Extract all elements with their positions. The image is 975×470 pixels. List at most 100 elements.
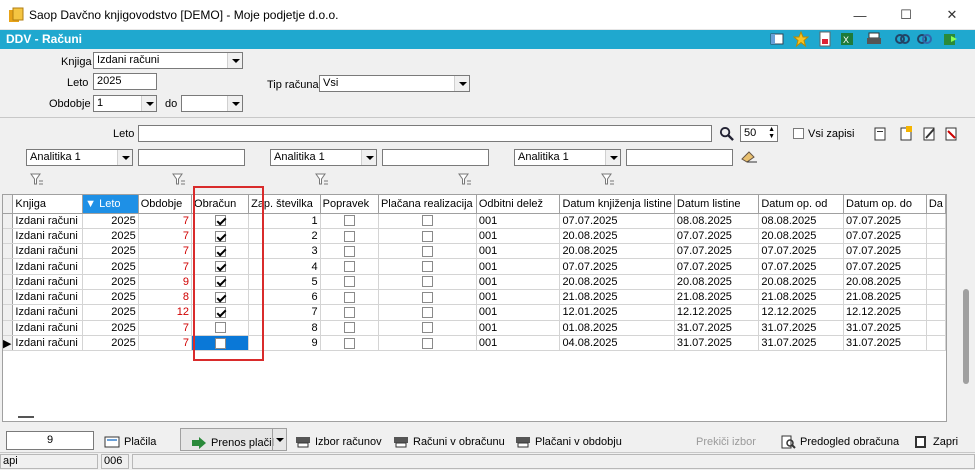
layout-icon[interactable] xyxy=(769,31,785,47)
cell-leto[interactable]: 2025 xyxy=(82,258,139,275)
cell-da[interactable] xyxy=(926,258,946,275)
cell-knjiga[interactable]: Izdani računi xyxy=(12,304,84,321)
checkbox[interactable] xyxy=(421,322,433,334)
record-count-stepper[interactable]: 50 ▲ ▼ xyxy=(740,125,778,142)
cell-obdobje[interactable]: 9 xyxy=(138,274,193,290)
cell-datum-op-od[interactable]: 08.08.2025 xyxy=(758,213,844,229)
cell-placana-realizacija[interactable] xyxy=(378,213,477,229)
cell-leto[interactable]: 2025 xyxy=(82,304,139,321)
search-icon[interactable] xyxy=(719,126,734,141)
cell-datum-op-od[interactable]: 31.07.2025 xyxy=(758,320,844,336)
table-row[interactable]: Izdani računi 2025 8 6 001 21.08.2025 21.08.20… xyxy=(3,289,946,306)
cell-da[interactable] xyxy=(926,289,946,306)
column-header-datum-knjizenja[interactable]: Datum knjiženja listine xyxy=(559,195,675,214)
cell-popravek[interactable] xyxy=(320,335,379,352)
analitika-2-select[interactable]: Analitika 1 xyxy=(270,149,377,166)
cell-knjiga[interactable]: Izdani računi xyxy=(12,258,84,275)
cell-leto[interactable]: 2025 xyxy=(82,289,139,306)
search-input[interactable] xyxy=(138,125,712,142)
cell-leto[interactable]: 2025 xyxy=(82,228,139,245)
cell-datum-knjizenja[interactable]: 12.01.2025 xyxy=(559,304,675,321)
cell-datum-op-do[interactable]: 07.07.2025 xyxy=(843,243,927,260)
filter-icon[interactable] xyxy=(30,173,44,186)
table-row[interactable]: ▶ Izdani računi 2025 7 9 001 04.08.2025 31.07.2… xyxy=(3,335,946,352)
table-row[interactable]: Izdani računi 2025 9 5 001 20.08.2025 20.08.20… xyxy=(3,274,946,290)
cell-odbitni-delez[interactable]: 001 xyxy=(476,258,561,275)
exit-book-icon[interactable] xyxy=(942,31,958,47)
cell-placana-realizacija[interactable] xyxy=(378,228,477,245)
cell-datum-listine[interactable]: 12.12.2025 xyxy=(674,304,760,321)
eraser-icon[interactable] xyxy=(740,151,758,163)
cell-leto[interactable]: 2025 xyxy=(82,213,139,229)
cell-knjiga[interactable]: Izdani računi xyxy=(12,335,84,352)
cell-datum-listine[interactable]: 20.08.2025 xyxy=(674,274,760,290)
row-indicator[interactable]: ▶ xyxy=(3,335,14,352)
cell-datum-op-od[interactable]: 07.07.2025 xyxy=(758,258,844,275)
print-icon[interactable] xyxy=(866,31,882,47)
chevron-down-icon[interactable] xyxy=(141,96,156,111)
new-document-icon[interactable] xyxy=(873,126,887,141)
cell-datum-op-do[interactable]: 31.07.2025 xyxy=(843,320,927,336)
cell-odbitni-delez[interactable]: 001 xyxy=(476,274,561,290)
cell-datum-knjizenja[interactable]: 04.08.2025 xyxy=(559,335,675,352)
row-indicator[interactable] xyxy=(3,213,14,229)
cell-datum-listine[interactable]: 07.07.2025 xyxy=(674,228,760,245)
cell-odbitni-delez[interactable]: 001 xyxy=(476,335,561,352)
obdobje-to-select[interactable] xyxy=(181,95,243,112)
prenos-placil-button[interactable]: Prenos plačil xyxy=(180,428,287,451)
filter-icon[interactable] xyxy=(172,173,186,186)
invoices-grid[interactable]: Knjiga ▼ Leto Obdobje Obračun Zap. števi… xyxy=(2,194,947,422)
cell-obdobje[interactable]: 7 xyxy=(138,320,193,336)
cell-datum-knjizenja[interactable]: 07.07.2025 xyxy=(559,258,675,275)
pdf-export-icon[interactable] xyxy=(817,31,833,47)
table-row[interactable]: Izdani računi 2025 7 3 001 20.08.2025 07.07.20… xyxy=(3,243,946,260)
checkbox[interactable] xyxy=(343,261,355,273)
cell-obdobje[interactable]: 12 xyxy=(138,304,193,321)
cell-da[interactable] xyxy=(926,335,946,352)
chevron-down-icon[interactable] xyxy=(227,53,242,68)
edit-document-icon[interactable] xyxy=(922,126,936,141)
checkbox[interactable] xyxy=(421,230,433,242)
cell-datum-listine[interactable]: 08.08.2025 xyxy=(674,213,760,229)
cell-knjiga[interactable]: Izdani računi xyxy=(12,289,84,306)
cell-datum-op-do[interactable]: 07.07.2025 xyxy=(843,258,927,275)
cell-datum-op-od[interactable]: 20.08.2025 xyxy=(758,274,844,290)
column-header-odbitni-delez[interactable]: Odbitni delež xyxy=(476,195,561,214)
cell-da[interactable] xyxy=(926,243,946,260)
cell-placana-realizacija[interactable] xyxy=(378,258,477,275)
stepper-arrows-icon[interactable]: ▲ ▼ xyxy=(768,126,775,140)
column-header-popravek[interactable]: Popravek xyxy=(320,195,379,214)
table-row[interactable]: Izdani računi 2025 7 1 001 07.07.2025 08.08.20… xyxy=(3,213,946,229)
checkbox[interactable] xyxy=(421,307,433,319)
analitika-3-select[interactable]: Analitika 1 xyxy=(514,149,621,166)
cell-odbitni-delez[interactable]: 001 xyxy=(476,243,561,260)
cell-datum-knjizenja[interactable]: 21.08.2025 xyxy=(559,289,675,306)
cell-knjiga[interactable]: Izdani računi xyxy=(12,320,84,336)
racuni-v-obracunu-button[interactable]: Računi v obračunu xyxy=(393,431,505,452)
column-header-placana-realizacija[interactable]: Plačana realizacija xyxy=(378,195,477,214)
analitika-2-input[interactable] xyxy=(382,149,489,166)
checkbox[interactable] xyxy=(421,337,433,349)
cell-datum-listine[interactable]: 21.08.2025 xyxy=(674,289,760,306)
cell-datum-op-do[interactable]: 21.08.2025 xyxy=(843,289,927,306)
cell-placana-realizacija[interactable] xyxy=(378,243,477,260)
chevron-down-icon[interactable] xyxy=(454,76,469,91)
cell-knjiga[interactable]: Izdani računi xyxy=(12,228,84,245)
prenos-placil-dropdown[interactable] xyxy=(272,429,286,450)
checkbox[interactable] xyxy=(343,291,355,303)
cell-datum-listine[interactable]: 31.07.2025 xyxy=(674,335,760,352)
maximize-button[interactable]: ☐ xyxy=(883,0,929,30)
placani-v-obdobju-button[interactable]: Plačani v obdobju xyxy=(515,431,622,452)
cell-popravek[interactable] xyxy=(320,213,379,229)
column-header-datum-listine[interactable]: Datum listine xyxy=(674,195,760,214)
minimize-button[interactable]: — xyxy=(837,0,883,30)
favorite-star-icon[interactable] xyxy=(793,31,809,47)
knjiga-select[interactable]: Izdani računi xyxy=(93,52,243,69)
checkbox[interactable] xyxy=(421,276,433,288)
cell-leto[interactable]: 2025 xyxy=(82,243,139,260)
cell-obdobje[interactable]: 7 xyxy=(138,335,193,352)
placila-button[interactable]: Plačila xyxy=(104,431,156,452)
cell-datum-op-do[interactable]: 31.07.2025 xyxy=(843,335,927,352)
table-row[interactable]: Izdani računi 2025 12 7 001 12.01.2025 12.12.2… xyxy=(3,304,946,321)
column-header-datum-op-od[interactable]: Datum op. od xyxy=(758,195,844,214)
